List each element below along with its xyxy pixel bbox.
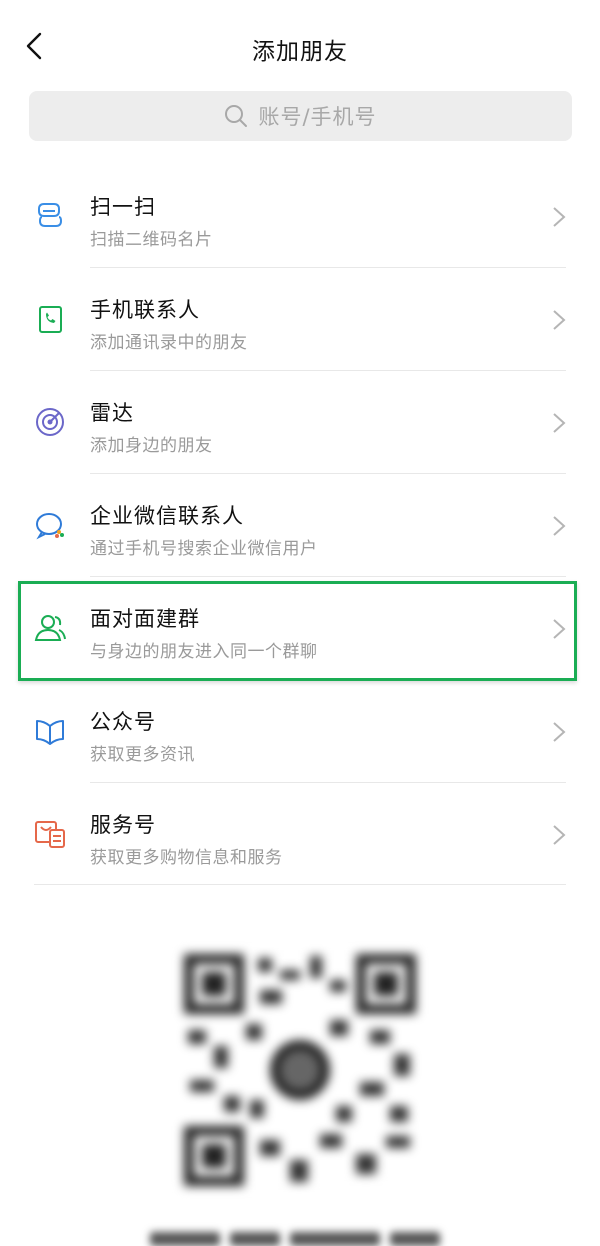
- scan-icon: [33, 199, 67, 233]
- menu-item-face-to-face-group[interactable]: 面对面建群 与身边的朋友进入同一个群聊: [0, 577, 600, 681]
- chevron-right-icon: [553, 619, 566, 639]
- qr-caption: [150, 1232, 450, 1246]
- menu-item-phone-contacts[interactable]: 手机联系人 添加通讯录中的朋友: [0, 268, 600, 371]
- chevron-right-icon: [553, 722, 566, 742]
- search-icon: [225, 105, 248, 127]
- menu-item-service-accounts[interactable]: 服务号 获取更多购物信息和服务: [0, 783, 600, 886]
- search-input[interactable]: 账号/手机号: [29, 91, 572, 141]
- menu-item-subtitle: 与身边的朋友进入同一个群聊: [90, 642, 318, 662]
- menu-item-title: 面对面建群: [90, 607, 200, 631]
- chevron-right-icon: [553, 825, 566, 845]
- menu-item-subtitle: 扫描二维码名片: [90, 230, 213, 250]
- radar-icon: [33, 405, 67, 439]
- my-qr-code[interactable]: [180, 950, 420, 1190]
- menu-item-subtitle: 获取更多资讯: [90, 745, 195, 765]
- menu-item-subtitle: 添加通讯录中的朋友: [90, 333, 248, 353]
- chevron-right-icon: [553, 310, 566, 330]
- menu-item-title: 企业微信联系人: [90, 504, 244, 528]
- menu-item-wecom-contacts[interactable]: 企业微信联系人 通过手机号搜索企业微信用户: [0, 474, 600, 577]
- divider: [34, 884, 566, 885]
- chevron-right-icon: [553, 516, 566, 536]
- nav-bar: 添加朋友: [0, 0, 600, 92]
- menu-item-subtitle: 添加身边的朋友: [90, 436, 213, 456]
- menu-item-title: 扫一扫: [90, 195, 156, 219]
- menu-item-subtitle: 获取更多购物信息和服务: [90, 848, 283, 868]
- service-account-icon: [33, 817, 67, 851]
- face-to-face-group-icon: [33, 611, 67, 645]
- page-title: 添加朋友: [252, 39, 348, 65]
- menu-item-subtitle: 通过手机号搜索企业微信用户: [90, 539, 318, 559]
- search-placeholder: 账号/手机号: [258, 105, 377, 129]
- my-qr-code-icon: [180, 950, 420, 1190]
- wecom-icon: [33, 508, 67, 542]
- menu-item-radar[interactable]: 雷达 添加身边的朋友: [0, 371, 600, 474]
- official-account-icon: [33, 714, 67, 748]
- menu-item-title: 手机联系人: [90, 298, 200, 322]
- menu-item-scan[interactable]: 扫一扫 扫描二维码名片: [0, 165, 600, 268]
- chevron-right-icon: [553, 413, 566, 433]
- menu-item-title: 服务号: [90, 813, 156, 837]
- menu-item-title: 公众号: [90, 710, 156, 734]
- menu-item-official-accounts[interactable]: 公众号 获取更多资讯: [0, 680, 600, 783]
- phone-contact-icon: [33, 302, 67, 336]
- menu-list: 扫一扫 扫描二维码名片 手机联系人 添加通讯录中的朋友 雷达 添加身边的朋友 企…: [0, 165, 600, 886]
- menu-item-title: 雷达: [90, 401, 134, 425]
- chevron-right-icon: [553, 207, 566, 227]
